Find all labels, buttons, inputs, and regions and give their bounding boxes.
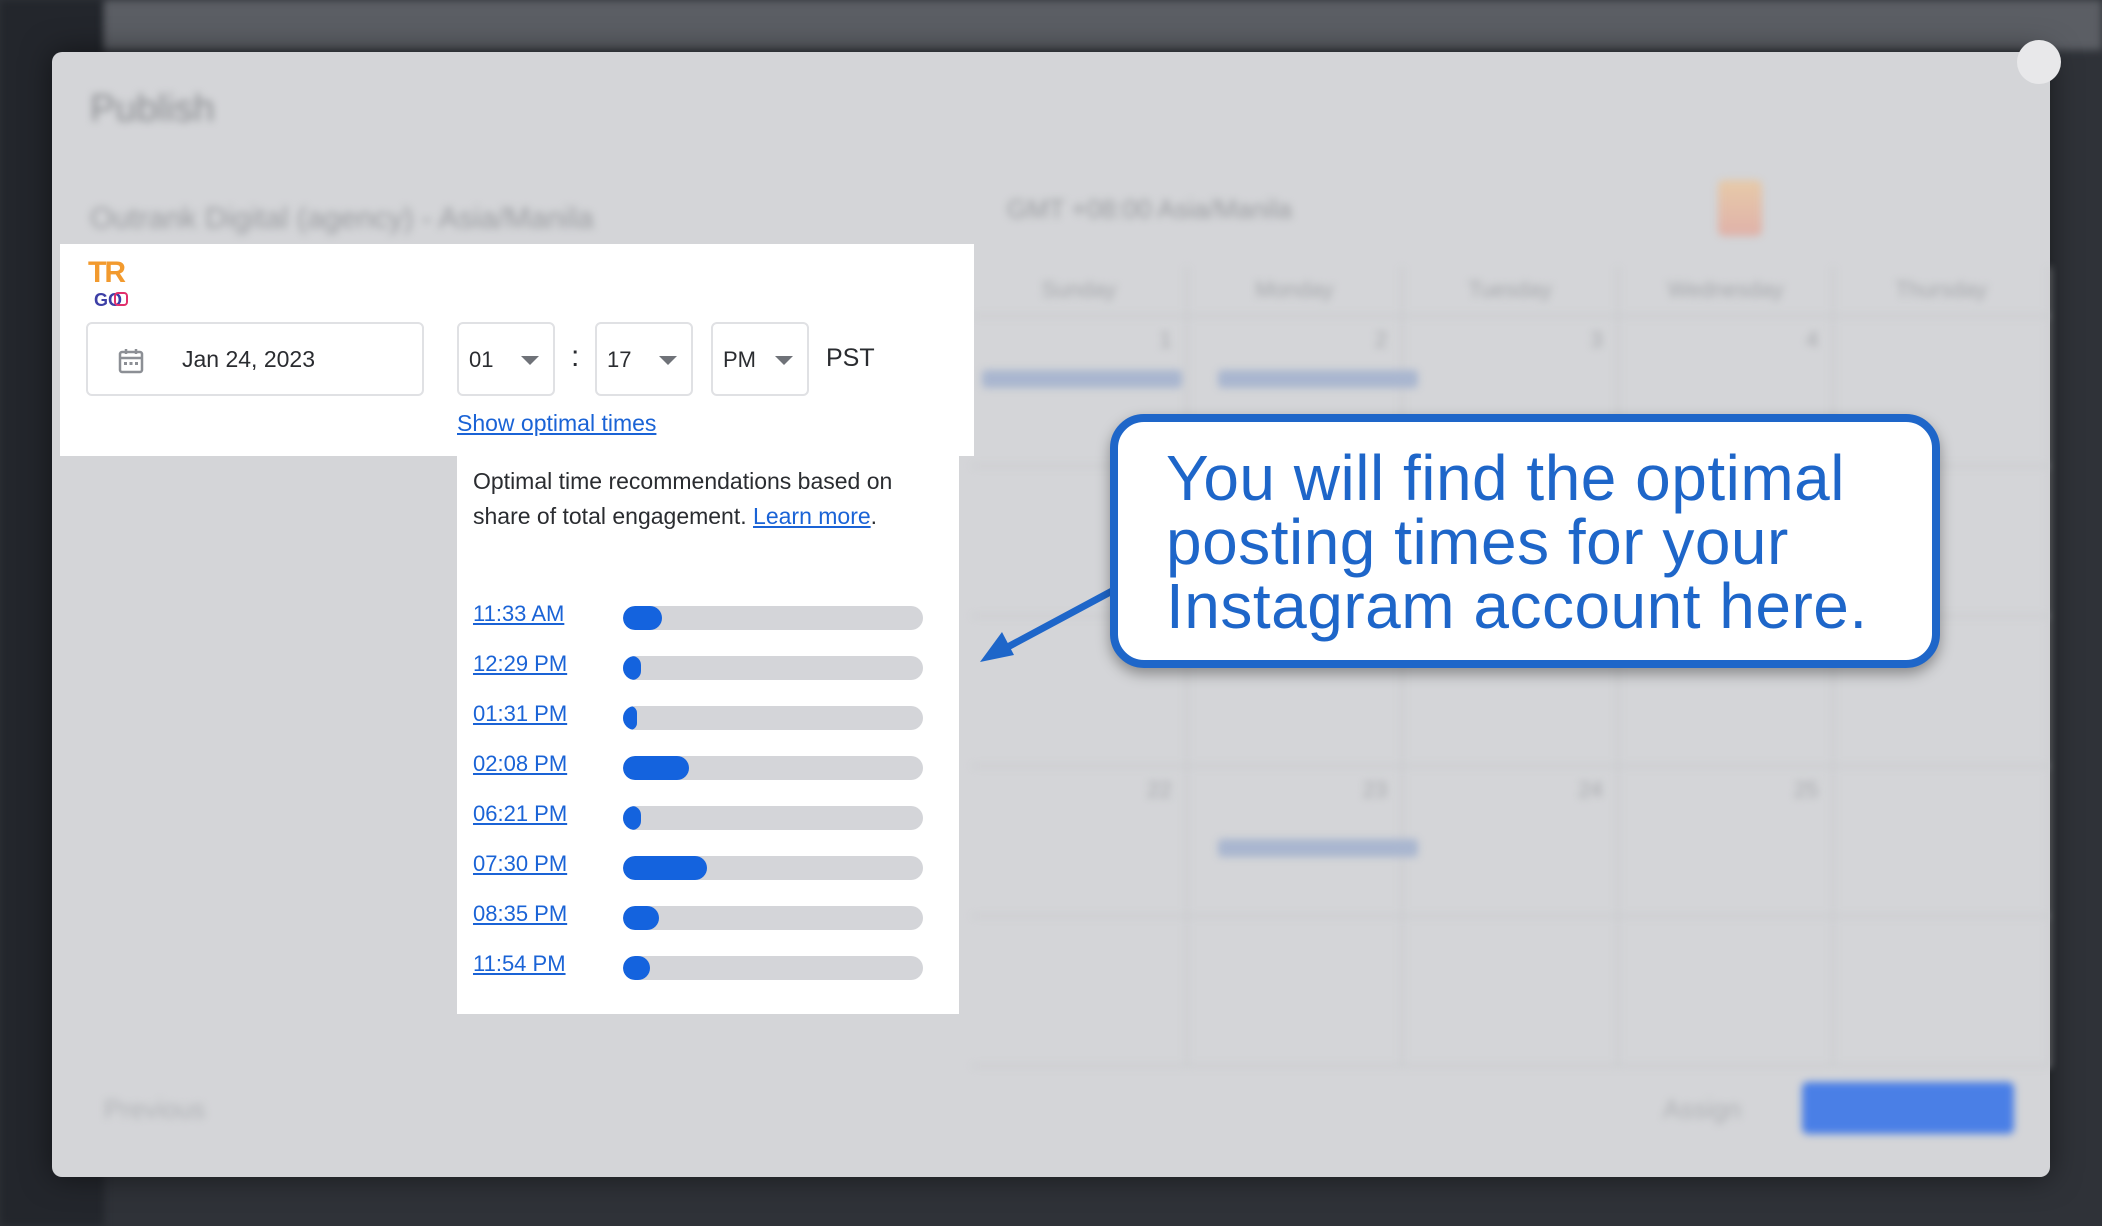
callout-box: You will find the optimal posting times … bbox=[1110, 414, 1940, 668]
callout-text: You will find the optimal posting times … bbox=[1166, 442, 1868, 642]
